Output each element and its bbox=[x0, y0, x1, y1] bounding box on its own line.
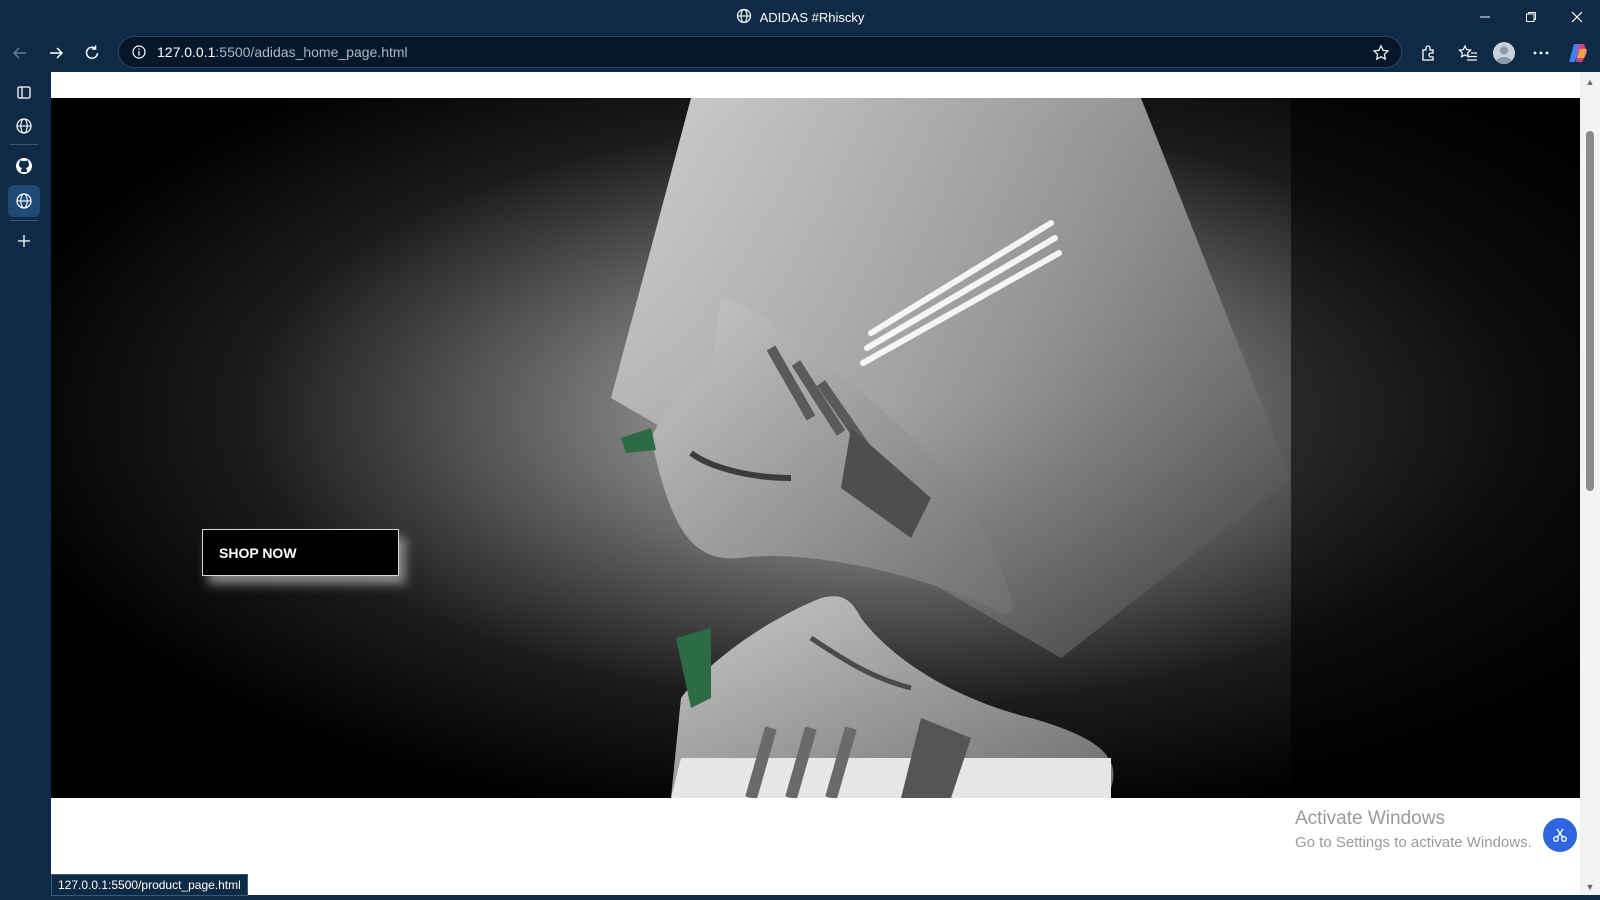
hero-sneaker-image bbox=[51, 98, 1580, 798]
watermark-line1: Activate Windows bbox=[1295, 808, 1445, 829]
window-title: ADIDAS #Rhiscky bbox=[759, 9, 865, 25]
tab-globe-icon-active[interactable] bbox=[8, 185, 40, 217]
profile-avatar[interactable] bbox=[1490, 40, 1518, 66]
extensions-icon[interactable] bbox=[1414, 40, 1442, 66]
forward-button[interactable] bbox=[42, 40, 70, 66]
favorites-icon[interactable] bbox=[1454, 40, 1482, 66]
copilot-icon[interactable] bbox=[1564, 40, 1592, 66]
close-button[interactable] bbox=[1554, 0, 1600, 34]
scroll-up-icon[interactable]: ▲ bbox=[1584, 76, 1596, 88]
sidebar-divider bbox=[10, 144, 38, 145]
shop-now-button[interactable]: SHOP NOW bbox=[202, 529, 399, 576]
back-button[interactable] bbox=[6, 40, 34, 66]
tab-globe-icon[interactable] bbox=[8, 110, 40, 142]
forward-arrow-icon bbox=[50, 47, 64, 59]
refresh-icon bbox=[85, 45, 99, 59]
url-host: 127.0.0.1 bbox=[157, 44, 216, 60]
scroll-down-icon[interactable]: ▼ bbox=[1584, 881, 1596, 893]
scrollbar-thumb[interactable] bbox=[1586, 131, 1594, 491]
vertical-tabs-sidebar bbox=[0, 72, 48, 900]
star-icon[interactable] bbox=[1371, 43, 1391, 63]
status-link-preview: 127.0.0.1:5500/product_page.html bbox=[51, 874, 248, 896]
new-tab-plus-icon[interactable] bbox=[8, 225, 40, 257]
globe-icon bbox=[736, 8, 752, 27]
page-scrollbar[interactable]: ▲ ▼ bbox=[1580, 72, 1600, 895]
screenshot-tool-fab[interactable] bbox=[1541, 816, 1579, 854]
tab-actions-icon[interactable] bbox=[8, 76, 40, 108]
page-viewport: SHOP NOW Activate Windows Go to Settings… bbox=[51, 72, 1580, 895]
url-path: :5500/adidas_home_page.html bbox=[215, 44, 408, 60]
activate-windows-watermark: Activate Windows Go to Settings to activ… bbox=[1295, 808, 1532, 851]
refresh-button[interactable] bbox=[78, 40, 106, 66]
window-title-area: ADIDAS #Rhiscky bbox=[0, 0, 1600, 34]
minimize-button[interactable] bbox=[1462, 0, 1508, 34]
restore-button[interactable] bbox=[1508, 0, 1554, 34]
tab-github-icon[interactable] bbox=[8, 150, 40, 182]
watermark-line2: Go to Settings to activate Windows. bbox=[1295, 834, 1532, 851]
info-icon[interactable] bbox=[131, 44, 147, 60]
scissors-icon bbox=[1553, 828, 1567, 842]
back-arrow-icon bbox=[12, 47, 26, 59]
address-bar[interactable]: 127.0.0.1:5500/adidas_home_page.html bbox=[118, 36, 1402, 68]
url-text[interactable]: 127.0.0.1:5500/adidas_home_page.html bbox=[157, 44, 408, 60]
hero-banner: SHOP NOW bbox=[51, 98, 1580, 798]
window-titlebar: ADIDAS #Rhiscky bbox=[0, 0, 1600, 34]
sidebar-divider bbox=[10, 220, 38, 221]
more-icon[interactable] bbox=[1527, 40, 1555, 66]
browser-toolbar: 127.0.0.1:5500/adidas_home_page.html bbox=[0, 34, 1600, 72]
